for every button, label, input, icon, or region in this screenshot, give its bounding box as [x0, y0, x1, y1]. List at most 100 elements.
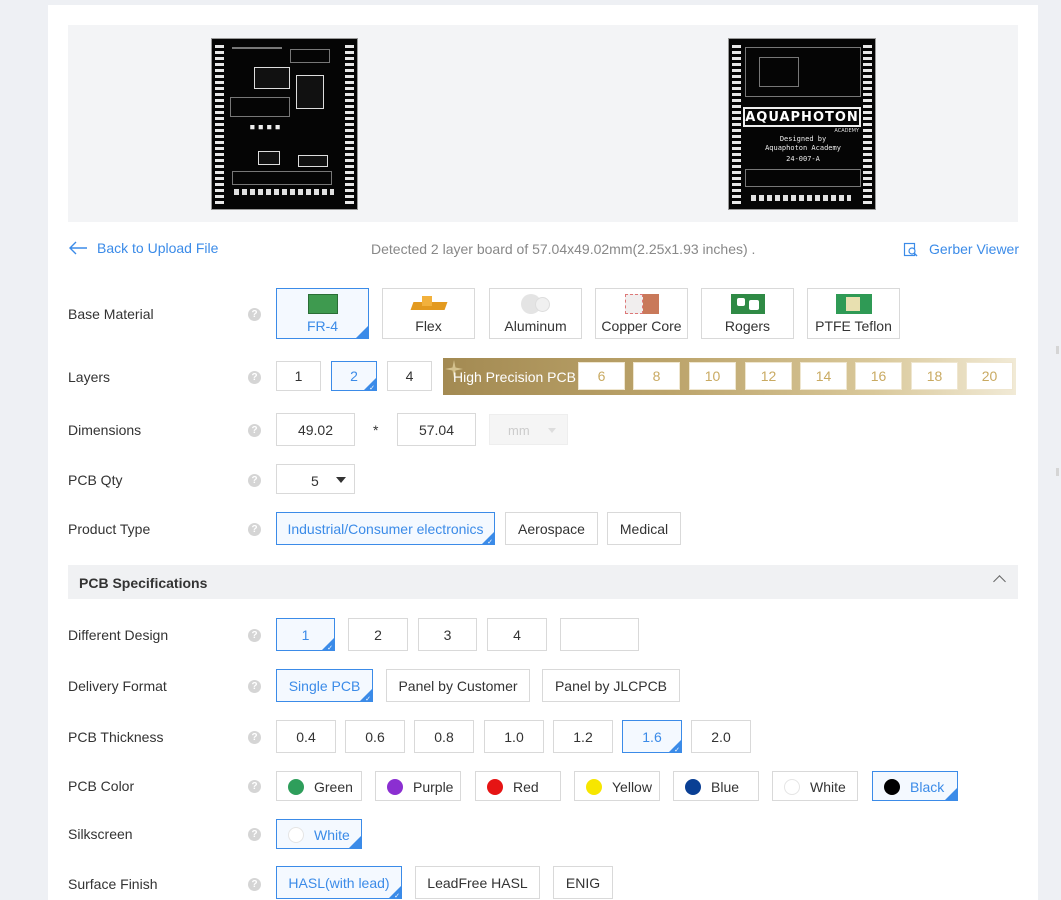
pcb-specifications-title: PCB Specifications — [79, 575, 208, 591]
dimension-separator: * — [373, 422, 379, 438]
flex-board-icon — [410, 294, 448, 314]
material-aluminum-option[interactable]: Aluminum — [489, 288, 582, 339]
base-material-label: Base Material — [68, 306, 154, 322]
scrollbar-marker — [1056, 346, 1059, 354]
surface-enig-option[interactable]: ENIG — [553, 866, 613, 899]
layers-label: Layers — [68, 369, 111, 385]
material-flex-option[interactable]: Flex — [382, 288, 475, 339]
thickness-0.4-option[interactable]: 0.4 — [276, 720, 336, 753]
dimension-height-input[interactable]: 57.04 — [397, 413, 476, 446]
surface-leadfree-hasl-option[interactable]: LeadFree HASL — [415, 866, 540, 899]
different-design-3-option[interactable]: 3 — [418, 618, 477, 651]
help-icon[interactable]: ? — [248, 629, 261, 642]
black-swatch-icon — [884, 779, 900, 795]
different-design-4-option[interactable]: 4 — [487, 618, 547, 651]
layers-8-option[interactable]: 8 — [633, 362, 680, 390]
material-copper-core-option[interactable]: Copper Core — [595, 288, 688, 339]
red-swatch-icon — [487, 779, 503, 795]
pcb-top-preview: ■ ■ ■ ■ — [211, 38, 358, 210]
silkscreen-white-option[interactable]: White — [276, 819, 362, 849]
thickness-0.6-option[interactable]: 0.6 — [345, 720, 405, 753]
caret-down-icon — [336, 477, 346, 483]
document-search-icon — [903, 242, 918, 257]
layers-12-option[interactable]: 12 — [745, 362, 792, 390]
aquaphoton-logo: AQUAPHOTON — [743, 107, 861, 127]
color-yellow-option[interactable]: Yellow — [574, 771, 660, 801]
aluminum-board-icon — [520, 294, 551, 314]
color-purple-option[interactable]: Purple — [375, 771, 461, 801]
pcb-specifications-header[interactable] — [68, 565, 1018, 599]
product-type-label: Product Type — [68, 521, 151, 537]
different-design-label: Different Design — [68, 627, 169, 643]
yellow-swatch-icon — [586, 779, 602, 795]
layers-2-option[interactable]: 2 — [331, 361, 377, 392]
delivery-panel-by-customer-option[interactable]: Panel by Customer — [386, 669, 530, 702]
white-swatch-icon — [288, 827, 304, 843]
caret-down-icon — [548, 428, 556, 433]
pcb-qty-label: PCB Qty — [68, 472, 123, 488]
help-icon[interactable]: ? — [248, 424, 261, 437]
delivery-single-pcb-option[interactable]: Single PCB — [276, 669, 373, 703]
thickness-1.2-option[interactable]: 1.2 — [553, 720, 613, 753]
different-design-custom-input[interactable] — [560, 618, 639, 651]
copper-core-board-icon — [624, 294, 659, 314]
rogers-board-icon — [730, 294, 765, 314]
color-green-option[interactable]: Green — [276, 771, 362, 801]
white-swatch-icon — [784, 779, 800, 795]
product-type-aerospace-option[interactable]: Aerospace — [505, 512, 598, 545]
pcb-qty-select[interactable]: 5 — [276, 464, 355, 494]
delivery-format-label: Delivery Format — [68, 678, 167, 694]
fr4-board-icon — [307, 294, 338, 314]
different-design-1-option[interactable]: 1 — [276, 618, 335, 652]
blue-swatch-icon — [685, 779, 701, 795]
green-swatch-icon — [288, 779, 304, 795]
ptfe-board-icon — [835, 294, 872, 314]
thickness-1.6-option[interactable]: 1.6 — [622, 720, 682, 754]
layers-14-option[interactable]: 14 — [800, 362, 847, 390]
layers-6-option[interactable]: 6 — [578, 362, 625, 390]
layers-20-option[interactable]: 20 — [966, 362, 1013, 390]
help-icon[interactable]: ? — [248, 780, 261, 793]
layers-10-option[interactable]: 10 — [689, 362, 736, 390]
arrow-left-icon — [69, 241, 87, 255]
layers-16-option[interactable]: 16 — [855, 362, 902, 390]
unit-select[interactable]: mm — [489, 414, 568, 445]
different-design-2-option[interactable]: 2 — [348, 618, 408, 651]
product-type-medical-option[interactable]: Medical — [607, 512, 681, 545]
pcb-color-label: PCB Color — [68, 778, 135, 794]
thickness-1.0-option[interactable]: 1.0 — [484, 720, 544, 753]
help-icon[interactable]: ? — [248, 371, 261, 384]
help-icon[interactable]: ? — [248, 680, 261, 693]
pcb-thickness-label: PCB Thickness — [68, 729, 164, 745]
pcb-bottom-preview: AQUAPHOTON ACADEMY Designed by Aquaphoto… — [728, 38, 876, 210]
thickness-2.0-option[interactable]: 2.0 — [691, 720, 751, 753]
surface-hasl-lead-option[interactable]: HASL(with lead) — [276, 866, 402, 900]
color-red-option[interactable]: Red — [475, 771, 561, 801]
help-icon[interactable]: ? — [248, 523, 261, 536]
thickness-0.8-option[interactable]: 0.8 — [414, 720, 474, 753]
color-black-option[interactable]: Black — [872, 771, 958, 801]
delivery-panel-by-jlcpcb-option[interactable]: Panel by JLCPCB — [542, 669, 680, 702]
help-icon[interactable]: ? — [248, 828, 261, 841]
help-icon[interactable]: ? — [248, 878, 261, 891]
dimension-width-input[interactable]: 49.02 — [276, 413, 355, 446]
material-rogers-option[interactable]: Rogers — [701, 288, 794, 339]
gerber-preview: ■ ■ ■ ■ AQUAPHOTON ACADEMY Designed by A… — [68, 25, 1018, 222]
help-icon[interactable]: ? — [248, 308, 261, 321]
dimensions-label: Dimensions — [68, 422, 142, 438]
layers-1-option[interactable]: 1 — [276, 361, 321, 391]
material-ptfe-teflon-option[interactable]: PTFE Teflon — [807, 288, 900, 339]
silkscreen-label: Silkscreen — [68, 826, 133, 842]
help-icon[interactable]: ? — [248, 474, 261, 487]
detected-board-info: Detected 2 layer board of 57.04x49.02mm(… — [371, 241, 756, 257]
surface-finish-label: Surface Finish — [68, 876, 158, 892]
high-precision-label: High Precision PCB — [453, 369, 576, 385]
material-fr4-option[interactable]: FR-4 — [276, 288, 369, 339]
layers-4-option[interactable]: 4 — [387, 361, 432, 391]
color-blue-option[interactable]: Blue — [673, 771, 759, 801]
help-icon[interactable]: ? — [248, 731, 261, 744]
color-white-option[interactable]: White — [772, 771, 858, 801]
scrollbar-marker — [1056, 468, 1059, 476]
layers-18-option[interactable]: 18 — [911, 362, 958, 390]
product-type-industrial-option[interactable]: Industrial/Consumer electronics — [276, 512, 495, 546]
